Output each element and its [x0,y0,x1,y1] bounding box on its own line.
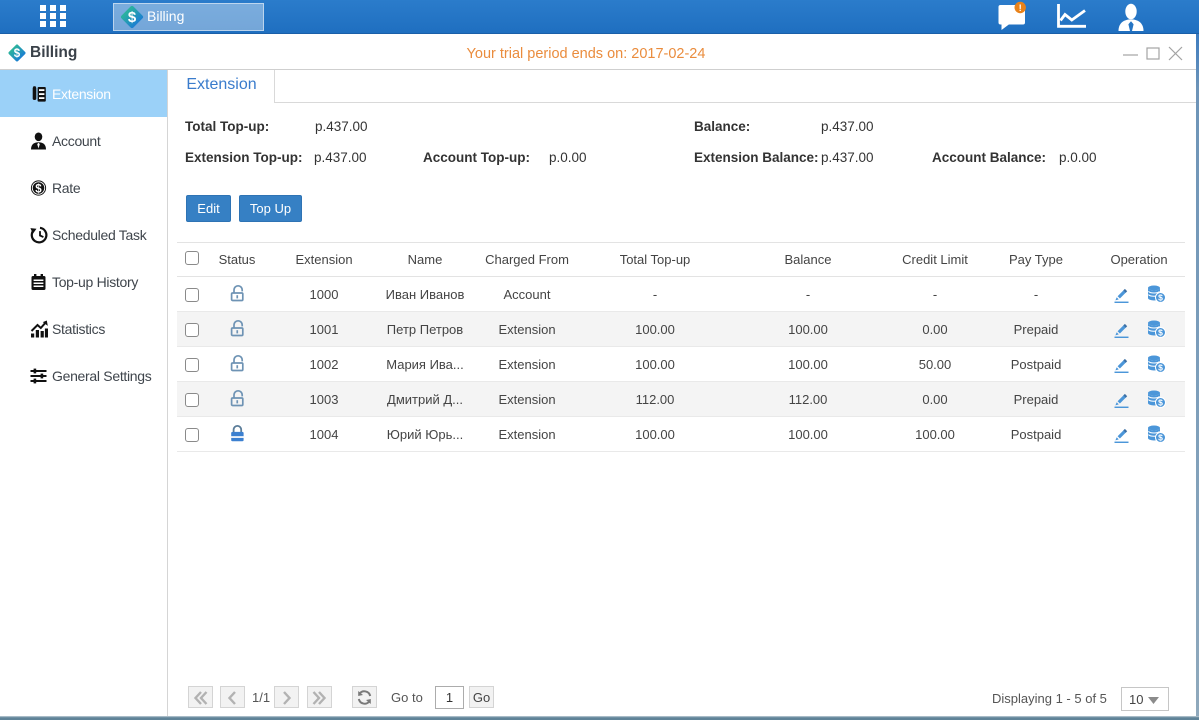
svg-text:$: $ [1158,363,1163,373]
svg-text:!: ! [1019,3,1022,14]
svg-text:$: $ [128,9,137,26]
svg-text:$: $ [14,48,21,60]
svg-text:$: $ [1158,433,1163,443]
svg-text:$: $ [1158,398,1163,408]
svg-text:$: $ [1158,293,1163,303]
svg-text:$: $ [35,183,42,195]
svg-text:$: $ [1158,328,1163,338]
